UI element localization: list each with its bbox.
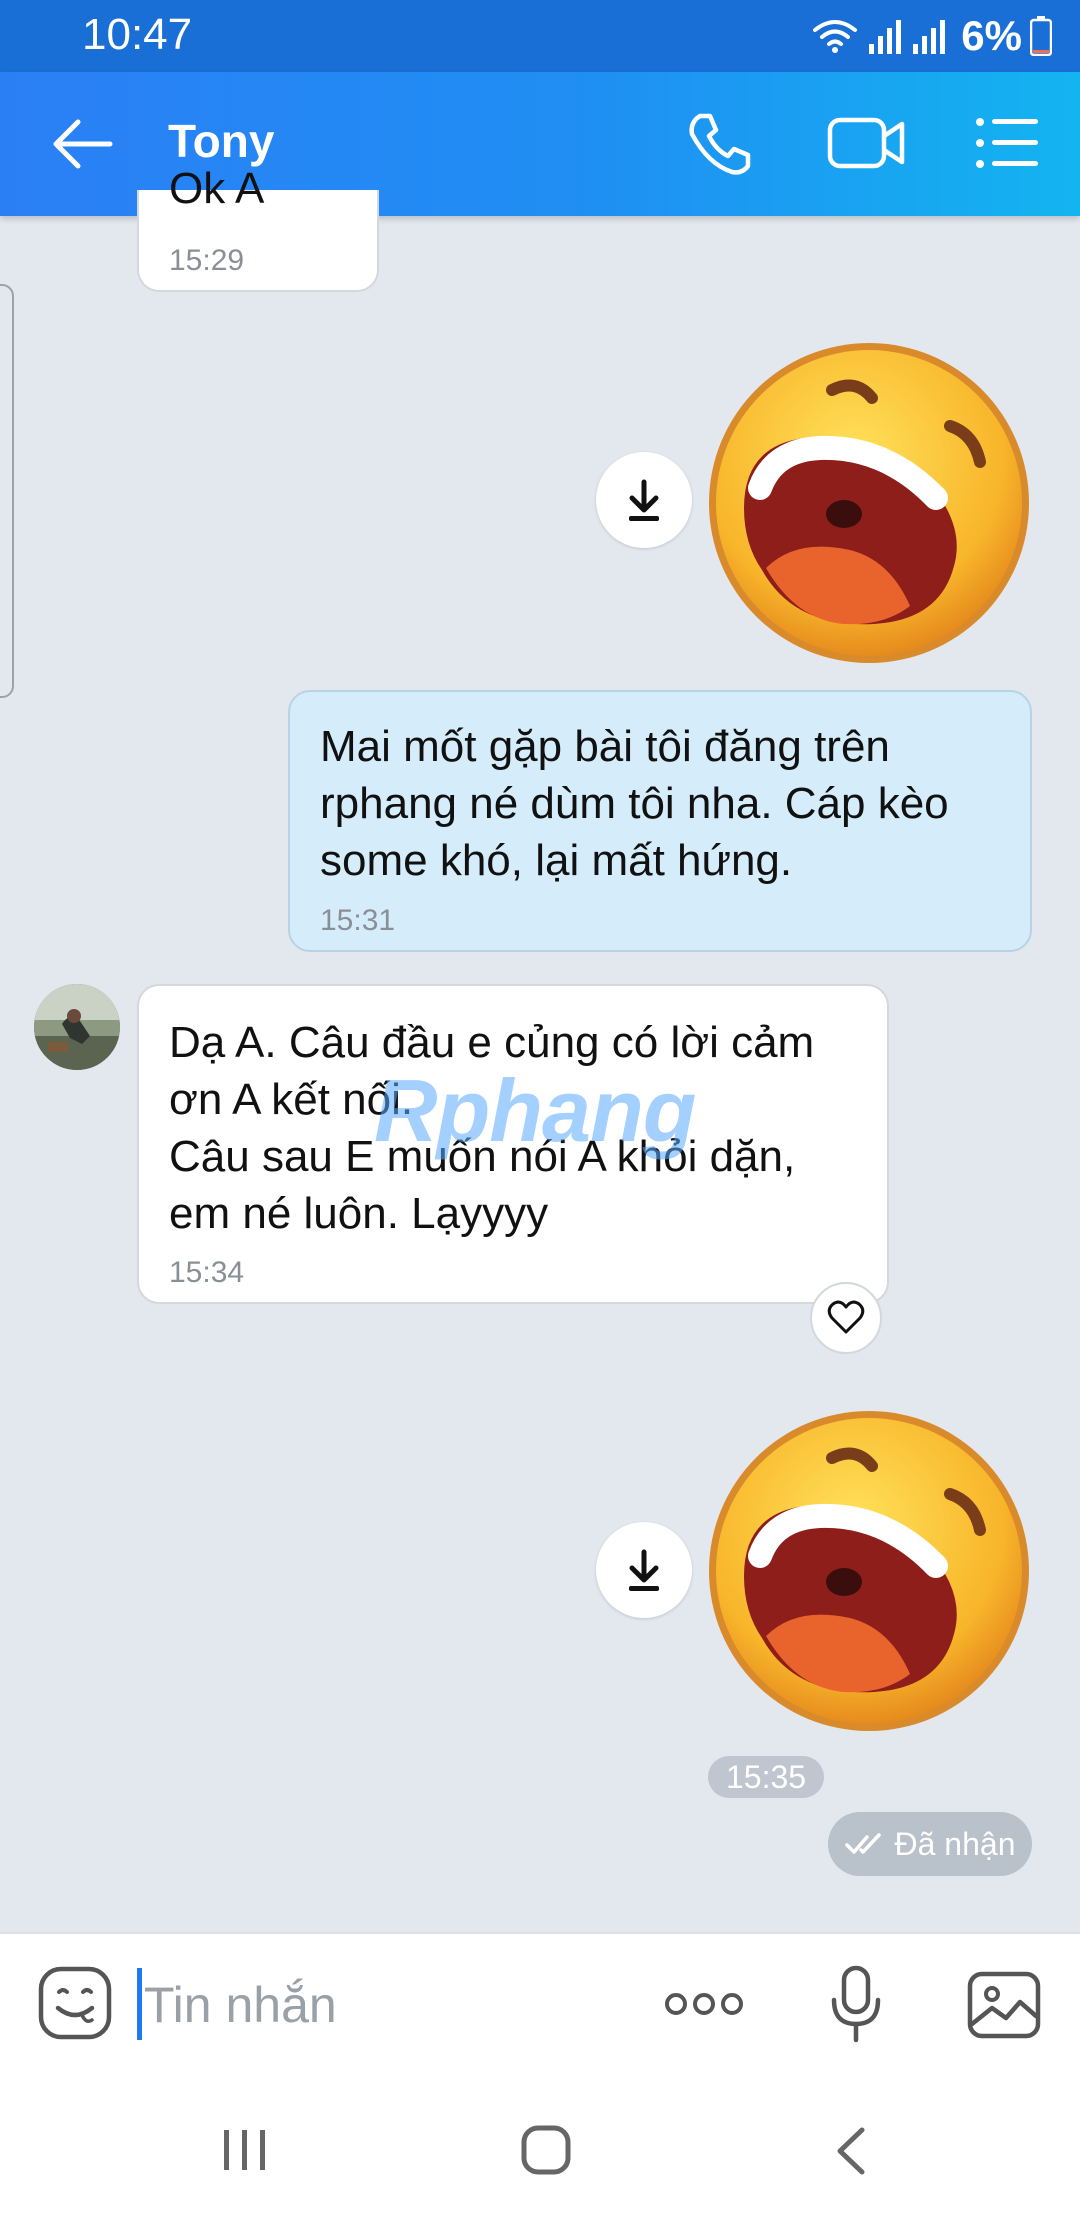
outgoing-message-bubble[interactable]: Mai mốt gặp bài tôi đăng trên rphang né …: [288, 690, 1032, 952]
message-input[interactable]: [142, 1964, 626, 2046]
back-button[interactable]: [48, 114, 118, 174]
laughing-emoji-sticker[interactable]: [704, 338, 1034, 668]
delivery-status-text: Đã nhận: [894, 1825, 1016, 1862]
status-bar: 10:47 6%: [0, 0, 1080, 72]
recents-button[interactable]: [220, 2126, 270, 2174]
message-time: 15:29: [169, 244, 245, 277]
heart-icon: [827, 1300, 865, 1334]
laughing-emoji-sticker[interactable]: [704, 1406, 1034, 1736]
voice-call-button[interactable]: [686, 110, 752, 176]
back-chevron-icon: [837, 2127, 865, 2175]
message-text: Mai mốt gặp bài tôi đăng trên rphang né …: [320, 722, 949, 885]
system-back-button[interactable]: [830, 2124, 870, 2178]
status-time: 10:47: [82, 10, 193, 59]
contact-photo: [34, 984, 120, 1070]
download-button[interactable]: [596, 1522, 692, 1618]
delivery-status-badge: Đã nhận: [828, 1812, 1032, 1876]
message-input-bar: [0, 1932, 1080, 2078]
wifi-icon: [813, 20, 858, 53]
back-arrow-icon: [53, 119, 113, 169]
image-icon: [967, 1971, 1041, 2039]
chat-menu-button[interactable]: [974, 112, 1040, 174]
more-options-button[interactable]: [662, 1978, 746, 2030]
laughing-emoji-icon: [709, 1411, 1029, 1731]
recents-icon: [224, 2130, 265, 2170]
send-image-button[interactable]: [966, 1970, 1042, 2040]
download-icon: [629, 479, 659, 521]
video-camera-icon: [827, 117, 905, 169]
video-call-button[interactable]: [826, 110, 906, 176]
react-heart-button[interactable]: [810, 1282, 882, 1354]
signal-icon: [913, 20, 946, 54]
double-check-icon: [844, 1833, 881, 1854]
download-button[interactable]: [596, 452, 692, 548]
incoming-message-bubble[interactable]: Ok A 15:29: [137, 164, 379, 292]
microphone-icon: [831, 1965, 881, 2043]
avatar[interactable]: [34, 984, 120, 1070]
home-button[interactable]: [520, 2124, 572, 2176]
list-menu-icon: [976, 118, 1038, 168]
watermark: Rphang: [374, 1061, 697, 1160]
message-time: 15:31: [320, 904, 396, 937]
download-icon: [629, 1549, 659, 1591]
signal-icon: [869, 20, 902, 54]
laughing-emoji-icon: [709, 343, 1029, 663]
message-time: 15:34: [169, 1256, 245, 1289]
more-dots-icon: [665, 1993, 743, 2015]
status-icons: 6%: [811, 10, 1052, 62]
emoji-icon: [38, 1966, 112, 2040]
message-time-badge: 15:35: [708, 1756, 825, 1798]
message-text: Ok A: [169, 164, 265, 213]
home-icon: [521, 2125, 571, 2175]
battery-percent: 6%: [961, 12, 1022, 59]
voice-message-button[interactable]: [826, 1964, 886, 2044]
battery-icon: [1030, 16, 1052, 56]
system-navigation-bar: [0, 2076, 1080, 2220]
phone-icon: [689, 113, 751, 175]
side-panel-edge[interactable]: [0, 284, 14, 698]
contact-name[interactable]: Tony: [168, 114, 274, 168]
emoji-button[interactable]: [36, 1964, 114, 2042]
